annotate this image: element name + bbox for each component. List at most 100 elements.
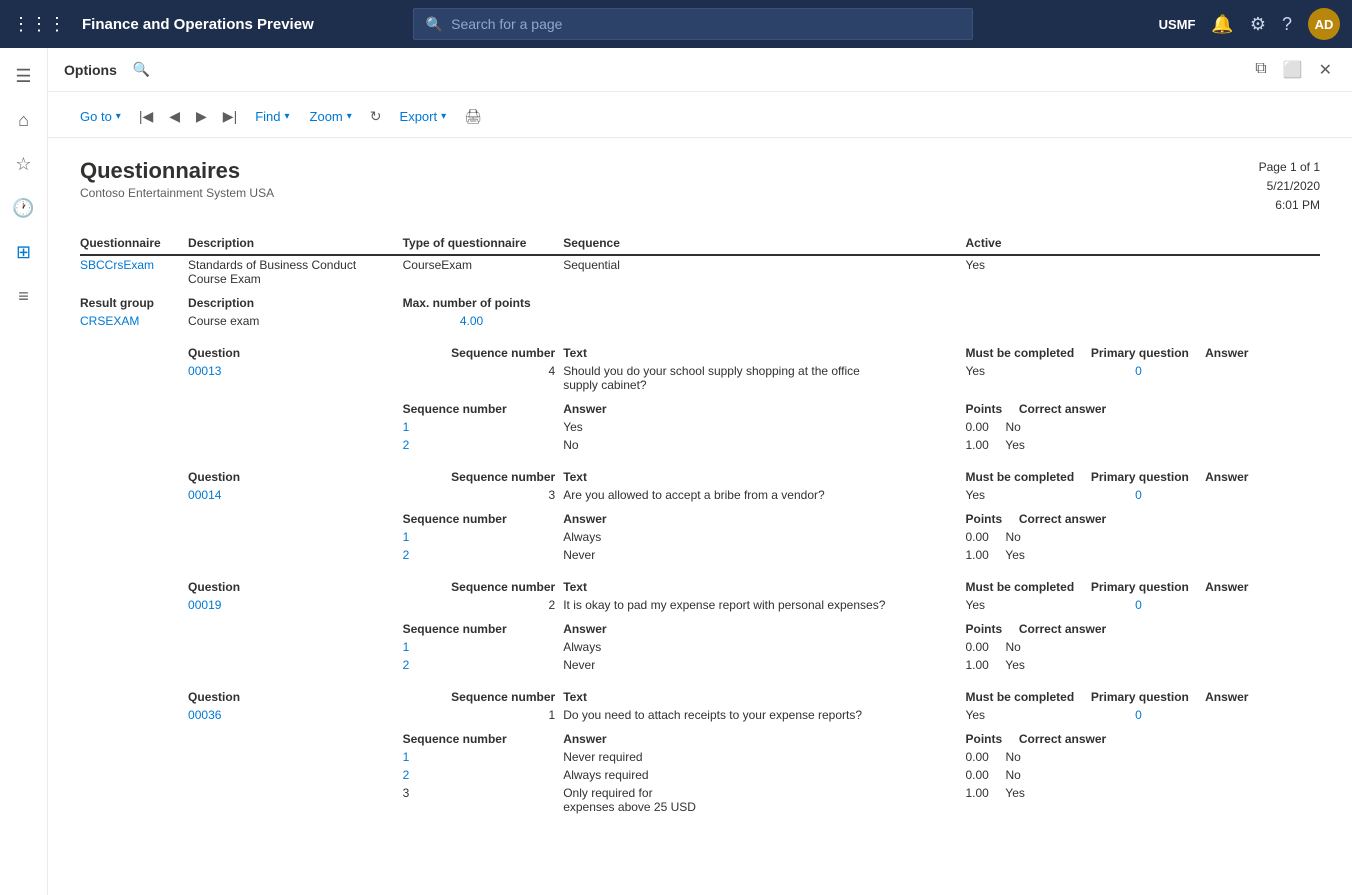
report-time: 6:01 PM <box>1259 196 1320 215</box>
grid-icon[interactable]: ⋮⋮⋮ <box>12 14 66 35</box>
q-col-seqnum-14: Sequence number <box>403 462 564 486</box>
next-page-button[interactable]: ▶ <box>190 104 213 129</box>
answer-row-00036-1: 1 Never required 0.00 No <box>80 748 1320 766</box>
ans-seq-00014-1: 1 <box>403 528 564 546</box>
result-group-header-row: Result group Description Max. number of … <box>80 288 1320 312</box>
q-col-question-36: Question <box>188 682 403 706</box>
sidebar-home[interactable]: ⌂ <box>4 100 44 140</box>
q-text-00013: Should you do your school supply shoppin… <box>563 362 965 394</box>
refresh-button[interactable]: ↻ <box>364 104 388 129</box>
toolbar: Go to ▾ |◀ ◀ ▶ ▶| Find ▾ Zoom ▾ ↻ Export… <box>48 92 1352 138</box>
qid-00036: 00036 <box>188 706 403 724</box>
result-group-row: CRSEXAM Course exam 4.00 <box>80 312 1320 330</box>
sidebar-workspaces[interactable]: ⊞ <box>4 232 44 272</box>
ans-seq-00019-1: 1 <box>403 638 564 656</box>
sidebar-modules[interactable]: ≡ <box>4 276 44 316</box>
answer-row-00019-1: 1 Always 0.00 No <box>80 638 1320 656</box>
notifications-icon[interactable]: 🔔 <box>1211 14 1233 35</box>
top-nav: ⋮⋮⋮ Finance and Operations Preview 🔍 USM… <box>0 0 1352 48</box>
goto-button[interactable]: Go to ▾ <box>72 105 129 128</box>
question-header-00013: Question Sequence number Text Must be co… <box>80 338 1320 362</box>
answer-header-00036: Sequence number Answer Points Correct an… <box>80 724 1320 748</box>
print-button[interactable]: 🖨 <box>458 104 488 129</box>
a-col-pts-correct: Points Correct answer <box>965 394 1320 418</box>
goto-chevron: ▾ <box>116 111 121 122</box>
a-col-pts-correct-19: Points Correct answer <box>965 614 1320 638</box>
close-icon[interactable]: ✕ <box>1315 56 1336 84</box>
qid-00019: 00019 <box>188 596 403 614</box>
report-subtitle: Contoso Entertainment System USA <box>80 186 274 200</box>
ans-val-00036-2: Always required <box>563 766 965 784</box>
q-type: CourseExam <box>403 255 564 288</box>
ans-val-00013-1: Yes <box>563 418 965 436</box>
ans-seq-00036-3: 3 <box>403 784 564 816</box>
last-page-button[interactable]: ▶| <box>217 104 243 129</box>
find-label: Find <box>255 109 280 124</box>
q-col-question-19: Question <box>188 572 403 596</box>
a-col-seqnum: Sequence number <box>403 394 564 418</box>
ans-val-00013-2: No <box>563 436 965 454</box>
find-button[interactable]: Find ▾ <box>247 105 297 128</box>
options-title: Options <box>64 62 117 78</box>
q-seqnum-00013: 4 <box>403 362 564 394</box>
company-label: USMF <box>1159 17 1196 32</box>
qid-00014: 00014 <box>188 486 403 504</box>
options-actions: ⧉ ⬜ ✕ <box>1251 56 1336 84</box>
rg-col-desc: Description <box>188 288 403 312</box>
col-sequence: Sequence <box>563 232 965 255</box>
zoom-button[interactable]: Zoom ▾ <box>302 105 360 128</box>
report-area: Questionnaires Contoso Entertainment Sys… <box>48 138 1352 836</box>
rg-max-points: 4.00 <box>403 312 564 330</box>
question-row-00036: 00036 1 Do you need to attach receipts t… <box>80 706 1320 724</box>
qid-00013: 00013 <box>188 362 403 394</box>
a-col-answer-14: Answer <box>563 504 965 528</box>
main-area: Options 🔍 ⧉ ⬜ ✕ Go to ▾ |◀ ◀ ▶ ▶| Find ▾… <box>48 48 1352 895</box>
question-row-00019: 00019 2 It is okay to pad my expense rep… <box>80 596 1320 614</box>
options-bar: Options 🔍 ⧉ ⬜ ✕ <box>48 48 1352 92</box>
answer-row-00013-1: 1 Yes 0.00 No <box>80 418 1320 436</box>
first-page-button[interactable]: |◀ <box>133 104 159 129</box>
col-type: Type of questionnaire <box>403 232 564 255</box>
q-text-00019: It is okay to pad my expense report with… <box>563 596 965 614</box>
avatar[interactable]: AD <box>1308 8 1340 40</box>
page-info: Page 1 of 1 <box>1259 158 1320 177</box>
col-active: Active <box>965 232 1320 255</box>
search-input[interactable] <box>451 16 960 32</box>
q-col-seqnum: Sequence number <box>403 338 564 362</box>
export-button[interactable]: Export ▾ <box>392 105 455 128</box>
report-table: Questionnaire Description Type of questi… <box>80 232 1320 816</box>
prev-page-button[interactable]: ◀ <box>163 104 186 129</box>
sidebar-favorites[interactable]: ☆ <box>4 144 44 184</box>
export-label: Export <box>400 109 438 124</box>
answer-header-00013: Sequence number Answer Points Correct an… <box>80 394 1320 418</box>
question-row-00013: 00013 4 Should you do your school supply… <box>80 362 1320 394</box>
answer-row-00019-2: 2 Never 1.00 Yes <box>80 656 1320 674</box>
options-search-icon[interactable]: 🔍 <box>133 61 150 78</box>
search-icon: 🔍 <box>426 16 443 33</box>
answer-row-00014-2: 2 Never 1.00 Yes <box>80 546 1320 564</box>
q-col-text-14: Text <box>563 462 965 486</box>
a-col-seqnum-14: Sequence number <box>403 504 564 528</box>
a-col-answer-36: Answer <box>563 724 965 748</box>
rg-col-max: Max. number of points <box>403 288 1320 312</box>
a-col-seqnum-19: Sequence number <box>403 614 564 638</box>
search-bar[interactable]: 🔍 <box>413 8 973 40</box>
export-chevron: ▾ <box>441 111 446 122</box>
content-area: Go to ▾ |◀ ◀ ▶ ▶| Find ▾ Zoom ▾ ↻ Export… <box>48 92 1352 895</box>
rg-col-group: Result group <box>80 288 188 312</box>
rg-id: CRSEXAM <box>80 312 188 330</box>
open-new-window-icon[interactable]: ⬜ <box>1279 56 1307 84</box>
nav-right: USMF 🔔 ⚙ ? AD <box>1159 8 1340 40</box>
sidebar-hamburger[interactable]: ☰ <box>4 56 44 96</box>
help-icon[interactable]: ? <box>1282 14 1292 35</box>
q-active: Yes <box>965 255 1320 288</box>
q-col-text-19: Text <box>563 572 965 596</box>
settings-icon[interactable]: ⚙ <box>1250 14 1266 35</box>
q-col-seqnum-36: Sequence number <box>403 682 564 706</box>
ans-seq-00013-1: 1 <box>403 418 564 436</box>
col-questionnaire: Questionnaire <box>80 232 188 255</box>
sidebar-recent[interactable]: 🕐 <box>4 188 44 228</box>
report-date: 5/21/2020 <box>1259 177 1320 196</box>
toggle-panel-icon[interactable]: ⧉ <box>1251 56 1270 84</box>
answer-row-00036-2: 2 Always required 0.00 No <box>80 766 1320 784</box>
